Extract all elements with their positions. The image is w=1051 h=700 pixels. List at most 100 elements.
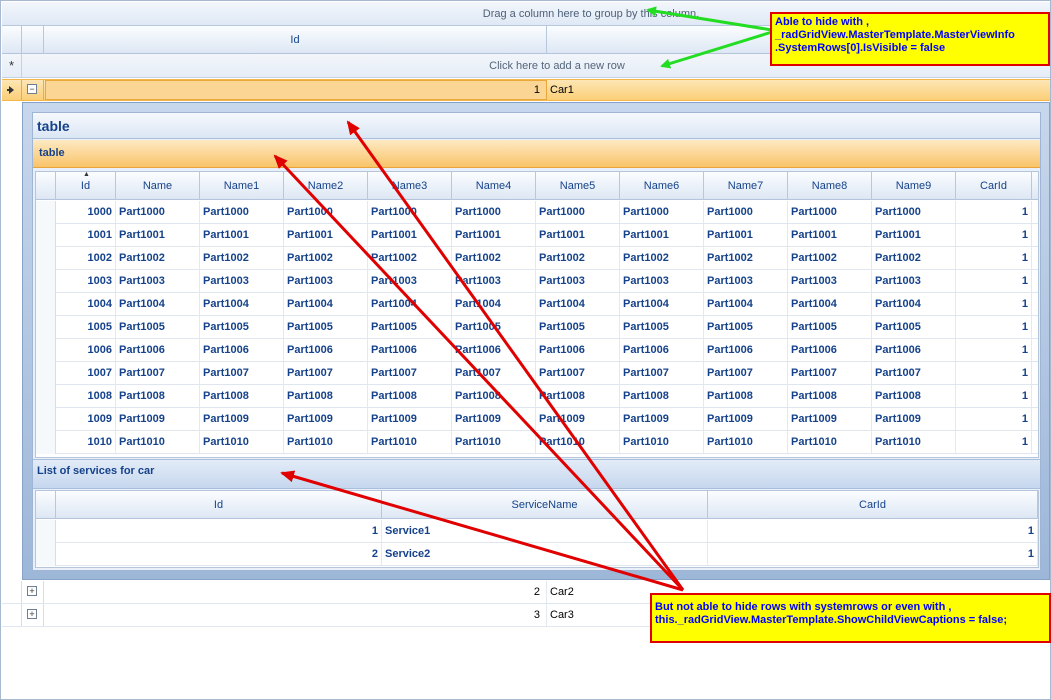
table-cell[interactable]: 1009 bbox=[56, 408, 116, 431]
parts-column-header-name6[interactable]: Name6 bbox=[620, 172, 704, 200]
cell-name[interactable]: Car2 bbox=[550, 581, 574, 603]
table-cell[interactable]: Part1000 bbox=[536, 201, 620, 224]
cell-id[interactable]: 1 bbox=[45, 80, 547, 100]
table-cell[interactable]: Part1005 bbox=[536, 316, 620, 339]
table-cell[interactable]: Part1002 bbox=[116, 247, 200, 270]
table-cell[interactable]: Part1004 bbox=[368, 293, 452, 316]
table-cell[interactable]: Part1000 bbox=[200, 201, 284, 224]
table-row[interactable]: 1010 Part1010 Part1010 Part1010 Part1010 Part… bbox=[36, 431, 1038, 454]
table-row[interactable]: 1005 Part1005 Part1005 Part1005 Part1005 Part… bbox=[36, 316, 1038, 339]
table-cell[interactable]: Part1010 bbox=[116, 431, 200, 454]
table-cell[interactable]: Part1010 bbox=[200, 431, 284, 454]
table-cell[interactable]: Part1008 bbox=[704, 385, 788, 408]
table-cell[interactable]: Part1005 bbox=[368, 316, 452, 339]
row-expander[interactable]: + bbox=[22, 604, 44, 626]
table-cell[interactable]: Part1002 bbox=[200, 247, 284, 270]
table-cell[interactable]: Part1007 bbox=[536, 362, 620, 385]
table-cell[interactable]: Part1002 bbox=[284, 247, 368, 270]
table-cell[interactable]: Part1000 bbox=[872, 201, 956, 224]
table-cell[interactable]: Part1009 bbox=[788, 408, 872, 431]
table-cell[interactable]: Part1010 bbox=[620, 431, 704, 454]
table-cell[interactable]: 1 bbox=[956, 431, 1032, 454]
cell-name[interactable]: Car3 bbox=[550, 604, 574, 626]
table-row[interactable]: 1007 Part1007 Part1007 Part1007 Part1007 Part… bbox=[36, 362, 1038, 385]
table-cell[interactable]: Part1001 bbox=[788, 224, 872, 247]
table-cell[interactable]: Part1001 bbox=[872, 224, 956, 247]
table-cell[interactable]: Part1005 bbox=[200, 316, 284, 339]
table-cell[interactable]: Part1002 bbox=[536, 247, 620, 270]
minus-box-icon[interactable]: − bbox=[27, 84, 37, 94]
table-row[interactable]: 1003 Part1003 Part1003 Part1003 Part1003 Part… bbox=[36, 270, 1038, 293]
table-cell[interactable]: Part1003 bbox=[620, 270, 704, 293]
parts-column-header-name8[interactable]: Name8 bbox=[788, 172, 872, 200]
table-cell[interactable]: 1005 bbox=[56, 316, 116, 339]
table-cell[interactable]: Part1001 bbox=[116, 224, 200, 247]
table-row[interactable]: 1006 Part1006 Part1006 Part1006 Part1006 Part… bbox=[36, 339, 1038, 362]
row-expander[interactable]: − bbox=[22, 80, 44, 100]
plus-box-icon[interactable]: + bbox=[27, 609, 37, 619]
table-cell[interactable]: 2 bbox=[56, 543, 382, 566]
table-cell[interactable]: Part1007 bbox=[620, 362, 704, 385]
table-cell[interactable]: 1010 bbox=[56, 431, 116, 454]
table-cell[interactable]: Part1010 bbox=[872, 431, 956, 454]
plus-box-icon[interactable]: + bbox=[27, 586, 37, 596]
table-cell[interactable]: 1001 bbox=[56, 224, 116, 247]
table-cell[interactable]: Part1000 bbox=[788, 201, 872, 224]
table-cell[interactable]: Part1009 bbox=[620, 408, 704, 431]
table-cell[interactable]: Part1005 bbox=[452, 316, 536, 339]
table-cell[interactable]: Part1001 bbox=[200, 224, 284, 247]
column-header-id[interactable]: Id bbox=[44, 26, 547, 54]
table-cell[interactable]: Service1 bbox=[382, 520, 708, 543]
table-cell[interactable]: Part1007 bbox=[872, 362, 956, 385]
row-expander[interactable]: + bbox=[22, 581, 44, 603]
table-cell[interactable]: Part1003 bbox=[368, 270, 452, 293]
table-cell[interactable]: Part1007 bbox=[116, 362, 200, 385]
table-cell[interactable]: 1 bbox=[956, 339, 1032, 362]
table-cell[interactable]: Part1000 bbox=[284, 201, 368, 224]
table-cell[interactable]: Part1010 bbox=[788, 431, 872, 454]
cell-name[interactable]: Car1 bbox=[550, 80, 574, 100]
parts-column-header-carid[interactable]: CarId bbox=[956, 172, 1032, 200]
table-cell[interactable]: Part1004 bbox=[284, 293, 368, 316]
table-cell[interactable]: Service2 bbox=[382, 543, 708, 566]
services-column-header-id[interactable]: Id bbox=[56, 491, 382, 519]
table-cell[interactable]: Part1004 bbox=[116, 293, 200, 316]
table-cell[interactable]: Part1004 bbox=[200, 293, 284, 316]
table-cell[interactable]: 1 bbox=[956, 270, 1032, 293]
table-cell[interactable]: Part1006 bbox=[452, 339, 536, 362]
cell-id[interactable]: 3 bbox=[45, 604, 547, 626]
table-cell[interactable]: 1 bbox=[956, 247, 1032, 270]
table-cell[interactable]: Part1003 bbox=[284, 270, 368, 293]
table-cell[interactable]: Part1002 bbox=[452, 247, 536, 270]
table-cell[interactable]: Part1009 bbox=[116, 408, 200, 431]
table-cell[interactable]: Part1005 bbox=[620, 316, 704, 339]
table-cell[interactable]: Part1010 bbox=[368, 431, 452, 454]
parts-column-header-id[interactable]: Id ▲ bbox=[56, 171, 116, 200]
table-cell[interactable]: Part1003 bbox=[704, 270, 788, 293]
table-cell[interactable]: Part1004 bbox=[704, 293, 788, 316]
services-column-header-carid[interactable]: CarId bbox=[708, 491, 1038, 519]
table-cell[interactable]: Part1003 bbox=[452, 270, 536, 293]
table-cell[interactable]: 1 bbox=[956, 224, 1032, 247]
table-cell[interactable]: Part1004 bbox=[620, 293, 704, 316]
table-cell[interactable]: Part1000 bbox=[116, 201, 200, 224]
table-cell[interactable]: Part1001 bbox=[536, 224, 620, 247]
table-cell[interactable]: Part1005 bbox=[704, 316, 788, 339]
table-row[interactable]: 1001 Part1001 Part1001 Part1001 Part1001 Part… bbox=[36, 224, 1038, 247]
parts-column-header-name3[interactable]: Name3 bbox=[368, 172, 452, 200]
table-cell[interactable]: Part1002 bbox=[788, 247, 872, 270]
table-cell[interactable]: Part1004 bbox=[452, 293, 536, 316]
table-cell[interactable]: Part1000 bbox=[620, 201, 704, 224]
table-cell[interactable]: Part1008 bbox=[200, 385, 284, 408]
table-cell[interactable]: Part1003 bbox=[872, 270, 956, 293]
table-cell[interactable]: Part1003 bbox=[200, 270, 284, 293]
table-cell[interactable]: Part1008 bbox=[620, 385, 704, 408]
parts-column-header-name9[interactable]: Name9 bbox=[872, 172, 956, 200]
table-cell[interactable]: Part1008 bbox=[872, 385, 956, 408]
table-cell[interactable]: Part1007 bbox=[368, 362, 452, 385]
table-cell[interactable]: Part1001 bbox=[452, 224, 536, 247]
table-cell[interactable]: 1 bbox=[956, 362, 1032, 385]
table-cell[interactable]: 1008 bbox=[56, 385, 116, 408]
table-cell[interactable]: Part1010 bbox=[704, 431, 788, 454]
parts-column-header-name4[interactable]: Name4 bbox=[452, 172, 536, 200]
